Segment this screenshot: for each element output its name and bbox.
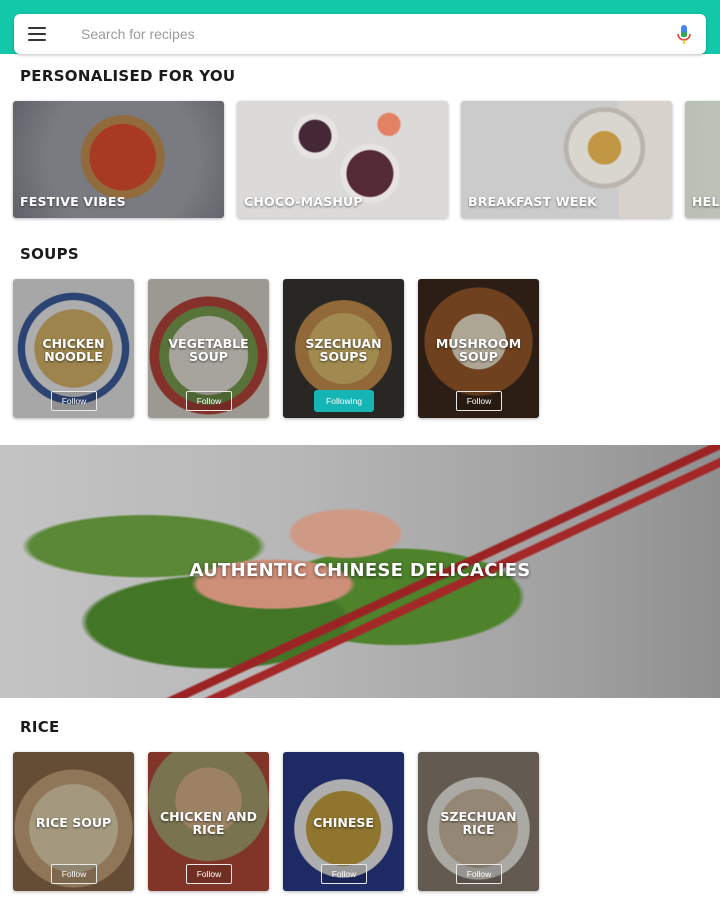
microphone-icon[interactable] bbox=[676, 24, 692, 46]
follow-button[interactable]: Follow bbox=[321, 864, 367, 884]
card-label: SZECHUAN RICE bbox=[440, 809, 517, 837]
hamburger-menu-icon[interactable] bbox=[28, 27, 46, 41]
personalised-card-partial[interactable]: HEL bbox=[685, 101, 720, 218]
featured-banner[interactable]: AUTHENTIC CHINESE DELICACIES bbox=[0, 445, 720, 698]
banner-title: AUTHENTIC CHINESE DELICACIES bbox=[189, 560, 531, 581]
following-button[interactable]: Following bbox=[314, 390, 374, 412]
soup-card-vegetable-soup[interactable]: VEGETABLE SOUP Follow bbox=[148, 279, 269, 418]
card-label: CHINESE bbox=[313, 815, 374, 830]
card-label: CHOCO-MASHUP bbox=[244, 194, 363, 209]
rice-card-chinese[interactable]: CHINESE Follow bbox=[283, 752, 404, 891]
follow-button[interactable]: Follow bbox=[186, 391, 232, 411]
soup-card-mushroom-soup[interactable]: MUSHROOM SOUP Follow bbox=[418, 279, 539, 418]
search-bar bbox=[14, 14, 706, 54]
follow-button[interactable]: Follow bbox=[51, 864, 97, 884]
rice-card-szechuan-rice[interactable]: SZECHUAN RICE Follow bbox=[418, 752, 539, 891]
card-label: MUSHROOM SOUP bbox=[435, 336, 522, 364]
card-label: SZECHUAN SOUPS bbox=[305, 336, 382, 364]
personalised-card-festive-vibes[interactable]: FESTIVE VIBES bbox=[13, 101, 224, 218]
rice-card-rice-soup[interactable]: RICE SOUP Follow bbox=[13, 752, 134, 891]
card-label: RICE SOUP bbox=[35, 815, 112, 830]
section-title-soups: SOUPS bbox=[20, 245, 80, 263]
card-label: HEL bbox=[692, 194, 720, 209]
card-label: CHICKEN NOODLE bbox=[42, 336, 105, 364]
section-title-rice: RICE bbox=[20, 718, 60, 736]
card-label: BREAKFAST WEEK bbox=[468, 194, 598, 209]
follow-button[interactable]: Follow bbox=[51, 391, 97, 411]
soup-card-chicken-noodle[interactable]: CHICKEN NOODLE Follow bbox=[13, 279, 134, 418]
soup-card-szechuan-soups[interactable]: SZECHUAN SOUPS Following bbox=[283, 279, 404, 418]
section-title-personalised: PERSONALISED FOR YOU bbox=[20, 67, 236, 85]
personalised-card-breakfast-week[interactable]: BREAKFAST WEEK bbox=[461, 101, 672, 218]
card-label: CHICKEN AND RICE bbox=[159, 809, 257, 837]
search-input[interactable] bbox=[81, 26, 661, 42]
rice-card-chicken-and-rice[interactable]: CHICKEN AND RICE Follow bbox=[148, 752, 269, 891]
personalised-card-choco-mashup[interactable]: CHOCO-MASHUP bbox=[237, 101, 448, 218]
follow-button[interactable]: Follow bbox=[456, 864, 502, 884]
card-label: VEGETABLE SOUP bbox=[168, 336, 249, 364]
card-label: FESTIVE VIBES bbox=[20, 194, 126, 209]
follow-button[interactable]: Follow bbox=[456, 391, 502, 411]
follow-button[interactable]: Follow bbox=[186, 864, 232, 884]
